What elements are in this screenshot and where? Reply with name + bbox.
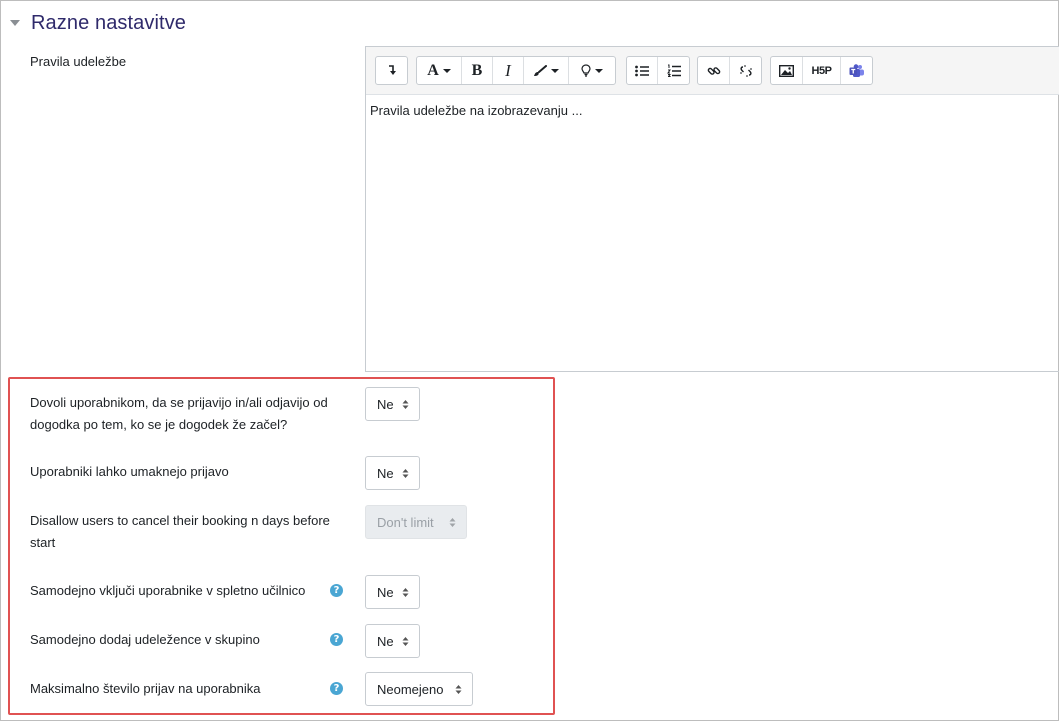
select-users-can-withdraw[interactable]: Ne xyxy=(365,456,420,490)
select-max-signups-per-user[interactable]: Neomejeno xyxy=(365,672,473,706)
unlink-button[interactable] xyxy=(730,57,761,84)
select-arrows-icon xyxy=(455,685,462,694)
chevron-down-icon xyxy=(595,68,603,73)
editor-content[interactable]: Pravila udeležbe na izobrazevanju ... xyxy=(366,95,1059,126)
toolbar-group-lists xyxy=(626,56,690,85)
help-icon[interactable]: ? xyxy=(330,584,343,597)
select-value: Don't limit xyxy=(377,514,434,530)
ordered-list-button[interactable] xyxy=(658,57,689,84)
select-auto-add-to-group[interactable]: Ne xyxy=(365,624,420,658)
brush-icon xyxy=(534,64,547,76)
select-arrows-icon xyxy=(402,400,409,409)
section-header[interactable]: Razne nastavitve xyxy=(8,8,186,38)
bold-icon: B xyxy=(471,61,483,79)
toolbar-group-links xyxy=(697,56,762,85)
expand-toolbar-button[interactable] xyxy=(376,57,407,84)
label-max-signups-per-user: Maksimalno število prijav na uporabnika xyxy=(30,681,261,696)
chevron-down-icon xyxy=(551,68,559,73)
select-auto-enrol[interactable]: Ne xyxy=(365,575,420,609)
select-value: Ne xyxy=(377,465,394,481)
help-icon[interactable]: ? xyxy=(330,682,343,695)
toolbar-group-media: H5P xyxy=(770,56,873,85)
link-icon xyxy=(707,66,720,75)
select-arrows-icon xyxy=(449,518,456,527)
link-button[interactable] xyxy=(698,57,730,84)
italic-icon: I xyxy=(505,60,511,80)
image-icon xyxy=(779,64,794,77)
h5p-button[interactable]: H5P xyxy=(803,57,841,84)
toolbar-group-format: A B I xyxy=(416,56,616,85)
toolbar-group-toggle xyxy=(375,56,408,85)
label-users-can-withdraw: Uporabniki lahko umaknejo prijavo xyxy=(30,464,229,479)
teams-icon xyxy=(849,63,864,77)
label-auto-add-to-group: Samodejno dodaj udeležence v skupino xyxy=(30,632,260,647)
text-color-button[interactable] xyxy=(524,57,569,84)
label-auto-enrol: Samodejno vključi uporabnike v spletno u… xyxy=(30,583,306,598)
text-editor[interactable]: A B I H5P Pravila udeležbe na izobrazeva… xyxy=(365,46,1059,372)
select-allow-signup-after-start[interactable]: Ne xyxy=(365,387,420,421)
unlink-icon xyxy=(739,64,752,77)
section-title: Razne nastavitve xyxy=(31,11,187,34)
editor-label: Pravila udeležbe xyxy=(30,54,127,69)
lightbulb-icon xyxy=(581,64,591,77)
select-arrows-icon xyxy=(402,469,409,478)
label-disallow-cancel-days: Disallow users to cancel their booking n… xyxy=(30,513,330,550)
font-style-button[interactable]: A xyxy=(417,57,462,84)
select-value: Ne xyxy=(377,633,394,649)
h5p-icon: H5P xyxy=(811,64,832,77)
select-arrows-icon xyxy=(402,637,409,646)
expand-icon xyxy=(388,65,396,75)
font-style-icon: A xyxy=(427,61,439,79)
select-disallow-cancel-days: Don't limit xyxy=(365,505,467,539)
teams-button[interactable] xyxy=(841,57,872,84)
select-value: Ne xyxy=(377,584,394,600)
unordered-list-button[interactable] xyxy=(627,57,658,84)
help-icon[interactable]: ? xyxy=(330,633,343,646)
select-arrows-icon xyxy=(402,588,409,597)
italic-button[interactable]: I xyxy=(493,57,524,84)
select-value: Ne xyxy=(377,396,394,412)
bold-button[interactable]: B xyxy=(462,57,493,84)
chevron-down-icon xyxy=(442,68,451,73)
ordered-list-icon xyxy=(666,64,681,77)
label-allow-signup-after-start: Dovoli uporabnikom, da se prijavijo in/a… xyxy=(30,395,328,432)
editor-toolbar: A B I H5P xyxy=(366,47,1059,95)
unordered-list-icon xyxy=(635,65,649,76)
collapse-caret-icon[interactable] xyxy=(10,20,20,26)
highlight-button[interactable] xyxy=(569,57,615,84)
image-button[interactable] xyxy=(771,57,803,84)
select-value: Neomejeno xyxy=(377,681,444,697)
